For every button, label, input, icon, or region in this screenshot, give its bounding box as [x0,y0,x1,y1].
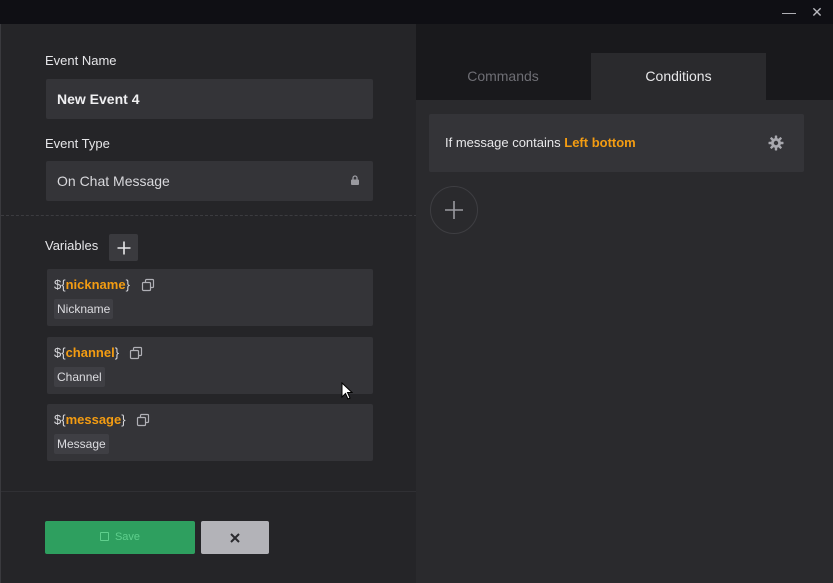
save-icon [99,532,109,541]
variable-token: ${message} [54,412,126,427]
variable-suffix: } [121,412,126,427]
variable-card-nickname: ${nickname} Nickname [47,269,373,326]
lock-icon [351,175,359,185]
condition-text: If message contains Left bottom [445,135,636,150]
variable-name: nickname [65,277,126,292]
condition-value: Left bottom [564,135,636,150]
close-window-button[interactable]: ✕ [808,3,826,21]
event-name-input[interactable]: New Event 4 [46,79,373,119]
close-icon [230,532,240,543]
variable-suffix: } [125,277,130,292]
gear-icon[interactable] [768,135,784,151]
variable-prefix: ${ [54,277,66,292]
save-label: Save [114,531,141,543]
copy-icon[interactable] [136,413,150,427]
conditions-content: If message contains Left bottom [416,100,833,583]
variable-prefix: ${ [54,412,66,427]
variable-card-message: ${message} Message [47,404,373,461]
variable-description: Nickname [54,299,114,319]
tab-conditions[interactable]: Conditions [591,53,766,100]
variable-name: message [65,412,122,427]
copy-icon[interactable] [141,278,155,292]
variable-token: ${channel} [54,345,119,360]
variables-label: Variables [45,238,99,253]
event-type-field: On Chat Message [46,161,373,201]
minimize-button[interactable]: — [780,3,798,21]
variable-name: channel [65,345,115,360]
event-name-label: Event Name [45,53,117,68]
event-type-value: On Chat Message [57,173,170,189]
copy-icon[interactable] [129,346,143,360]
add-variable-button[interactable] [109,234,138,261]
event-form-panel: Event Name New Event 4 Event Type On Cha… [0,24,417,583]
add-condition-button[interactable] [430,186,478,234]
variable-suffix: } [114,345,120,360]
plus-icon [117,241,130,254]
save-button[interactable]: Save [45,521,195,554]
variable-description: Message [54,434,109,454]
condition-prefix: If message contains [445,135,561,150]
tab-commands[interactable]: Commands [432,53,574,100]
window-titlebar: — ✕ [0,0,833,24]
cancel-button[interactable] [201,521,269,554]
variable-token: ${nickname} [54,277,130,292]
variable-card-channel: ${channel} Channel [47,337,373,394]
mouse-cursor-icon [341,382,353,400]
event-type-label: Event Type [45,136,110,151]
plus-icon [445,201,463,219]
conditions-panel: Commands Conditions If message contains … [416,24,833,583]
section-divider [1,215,417,216]
footer-divider [1,491,417,492]
variable-description: Channel [54,367,105,387]
condition-row[interactable]: If message contains Left bottom [429,114,804,172]
variable-prefix: ${ [54,345,66,360]
